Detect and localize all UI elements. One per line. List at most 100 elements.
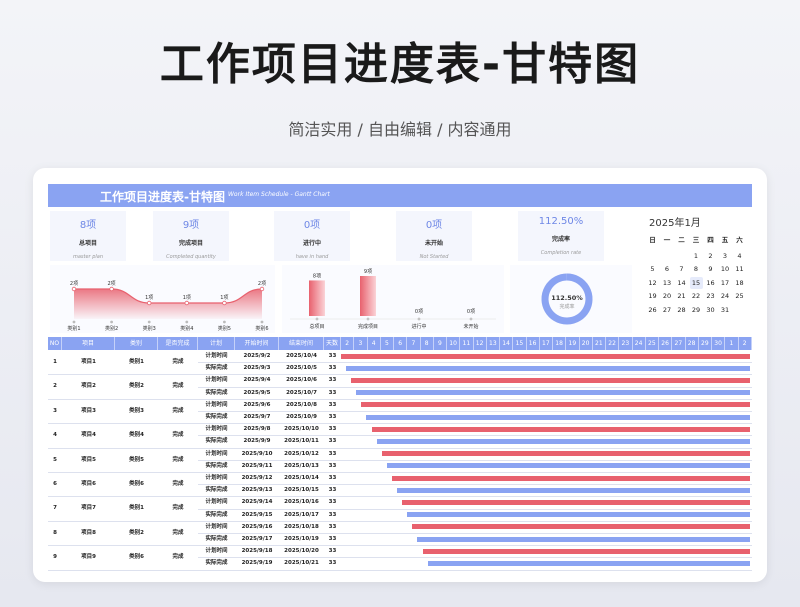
axis-tick-dot [223,320,226,324]
actual-label: 实际完成 [205,487,228,494]
kpi-value: 112.50% [538,216,584,227]
plan-label: 计划时间 [205,401,228,408]
calendar-day[interactable]: 31 [719,304,732,316]
bar-data-label: 0项 [467,309,475,315]
end-date: 2025/10/12 [284,450,319,457]
calendar-day[interactable]: 20 [661,290,674,302]
calendar-day[interactable]: 2 [704,250,717,262]
calendar-day[interactable]: 21 [675,290,688,302]
gantt-header-cell: NO [48,337,62,350]
calendar-day[interactable]: 14 [675,277,688,289]
calendar-day[interactable]: 22 [690,290,703,302]
calendar-day[interactable]: 12 [646,277,659,289]
calendar-day[interactable]: 3 [719,250,732,262]
calendar-day[interactable]: 27 [661,304,674,316]
page-subtitle: 简洁实用 / 自由编辑 / 内容通用 [288,120,512,139]
bar-data-label: 8项 [313,273,321,279]
area-category-label: 类别1 [67,325,80,332]
calendar-day[interactable]: 30 [704,304,717,316]
calendar-day[interactable]: 19 [646,290,659,302]
calendar-day[interactable]: 15 [689,276,703,289]
area-data-label: 1项 [183,295,191,301]
gantt-day-header: 7 [407,337,421,350]
calendar-day[interactable]: 24 [719,290,732,302]
end-date: 2025/10/6 [286,377,317,384]
calendar-day[interactable]: 25 [733,290,746,302]
gantt-bar [371,426,750,432]
completion-status: 完成 [172,359,184,365]
kpi-label-en: Completed quantity [166,254,216,260]
calendar-day[interactable]: 29 [690,304,703,316]
duration-days: 33 [328,536,337,542]
calendar-day[interactable]: 8 [690,263,703,275]
gantt-header-cell: 项目 [62,337,115,350]
actual-label: 实际完成 [205,389,228,396]
end-date: 2025/10/20 [284,548,319,555]
start-date: 2025/9/2 [243,353,271,359]
end-date: 2025/10/5 [286,365,317,372]
calendar-day[interactable]: 23 [704,290,717,302]
row-number: 1 [53,359,57,365]
calendar-day[interactable]: 4 [733,250,746,262]
calendar-day[interactable]: 28 [675,304,688,316]
kpi-label-en: have in hand [295,254,329,260]
kpi-not-started: 0项 未开始 Not Started [396,211,472,261]
duration-days: 33 [328,523,337,530]
gantt-day-header: 29 [699,337,712,350]
calendar-day[interactable]: 17 [719,277,732,289]
status-bar [360,276,376,316]
start-date: 2025/9/12 [241,475,273,481]
gantt-bar [397,487,750,493]
area-category-label: 类别5 [218,325,231,332]
area-data-label: 2项 [258,281,266,287]
kpi-label: 未开始 [424,240,443,247]
calendar-day[interactable]: 26 [646,304,659,316]
bar-category-label: 未开始 [463,323,478,330]
calendar-day[interactable]: 9 [704,263,717,275]
duration-days: 33 [328,560,337,567]
row-number: 8 [53,529,57,536]
duration-days: 33 [328,511,337,518]
kpi-in-progress: 0项 进行中 have in hand [274,211,350,261]
calendar-day[interactable]: 10 [719,263,732,275]
row-number: 7 [53,505,57,512]
calendar-day[interactable]: 5 [646,263,659,275]
kpi-label: 进行中 [302,240,321,247]
donut-center-value: 112.50% [551,294,583,302]
start-date: 2025/9/13 [241,487,273,494]
end-date: 2025/10/16 [284,499,319,506]
area-data-label: 1项 [145,295,153,301]
calendar-day[interactable]: 1 [690,250,703,262]
gantt-day-header: 18 [553,337,567,350]
area-point [146,300,152,306]
calendar-day[interactable]: 7 [675,263,688,275]
calendar-day[interactable]: 6 [661,263,674,275]
calendar-day[interactable]: 11 [733,263,746,275]
status-bar-chart: 8项总项目 9项完成项目 0项进行中 0项未开始 [290,269,496,330]
calendar-day[interactable]: 16 [704,277,717,289]
plan-label: 计划时间 [205,353,228,359]
end-date: 2025/10/4 [286,353,317,359]
end-date: 2025/10/19 [284,536,319,542]
gantt-bar [351,378,750,383]
duration-days: 33 [328,499,337,506]
area-data-label: 2项 [108,281,116,287]
plan-label: 计划时间 [205,548,228,555]
area-fill [74,289,262,319]
gantt-header-cell: 开始时间 [235,337,279,350]
area-point [109,286,114,292]
calendar-day[interactable]: 18 [733,277,746,289]
bar-data-label: 0项 [415,309,423,315]
start-date: 2025/9/6 [243,401,271,408]
calendar-weekday: 日 [649,236,656,244]
category-area-chart-panel: 2项 类别1 2项 类别2 1项 类别3 1项 类别4 1项 类别5 2项 类别6 [50,265,275,333]
plan-label: 计划时间 [205,499,228,506]
axis-tick-dot [147,320,151,324]
gantt-day-header: 27 [672,337,686,350]
calendar-day[interactable]: 13 [661,277,674,289]
plan-label: 计划时间 [205,450,228,457]
gantt-day-header: 8 [421,337,434,350]
gantt-bar [356,390,750,396]
start-date: 2025/9/4 [243,377,271,384]
start-date: 2025/9/3 [243,365,271,372]
